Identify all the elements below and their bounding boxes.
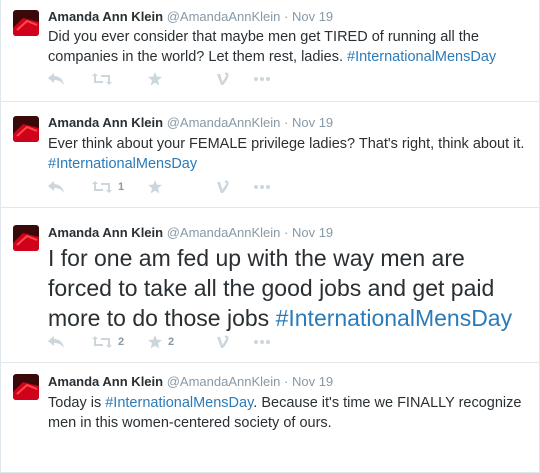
vine-icon <box>216 335 230 349</box>
retweet-icon <box>92 73 112 85</box>
tweet-item[interactable]: Amanda Ann Klein @AmandaAnnKlein · Nov 1… <box>1 102 539 208</box>
timestamp[interactable]: Nov 19 <box>292 225 333 240</box>
avatar[interactable] <box>13 374 39 400</box>
tweet-text-body: Today is <box>48 395 106 411</box>
more-icon <box>254 185 270 189</box>
tweet-item[interactable]: Amanda Ann Klein @AmandaAnnKlein · Nov 1… <box>1 0 539 102</box>
timestamp[interactable]: Nov 19 <box>292 9 333 24</box>
avatar[interactable] <box>13 225 39 251</box>
retweet-icon <box>92 181 112 193</box>
more-icon <box>254 77 270 81</box>
hashtag-link[interactable]: #InternationalMensDay <box>276 305 513 331</box>
tweet-header: Amanda Ann Klein @AmandaAnnKlein · Nov 1… <box>48 374 333 390</box>
tweet-header: Amanda Ann Klein @AmandaAnnKlein · Nov 1… <box>48 225 333 241</box>
author-name[interactable]: Amanda Ann Klein <box>48 225 163 240</box>
vine-button[interactable] <box>216 69 230 89</box>
retweet-icon <box>92 336 112 348</box>
tweet-actions <box>48 69 308 89</box>
tweet-text: Did you ever consider that maybe men get… <box>48 28 530 67</box>
hashtag-link[interactable]: #InternationalMensDay <box>347 49 496 65</box>
retweet-count: 1 <box>118 181 125 193</box>
tweet-timeline: Amanda Ann Klein @AmandaAnnKlein · Nov 1… <box>0 0 540 473</box>
favorite-button[interactable]: 2 <box>148 332 174 352</box>
tweet-item[interactable]: Amanda Ann Klein @AmandaAnnKlein · Nov 1… <box>1 208 539 363</box>
author-name[interactable]: Amanda Ann Klein <box>48 9 163 24</box>
star-icon <box>148 72 162 86</box>
retweet-button[interactable] <box>92 69 118 89</box>
reply-icon <box>48 73 64 85</box>
hashtag-link[interactable]: #InternationalMensDay <box>48 156 197 172</box>
more-icon <box>254 340 270 344</box>
author-name[interactable]: Amanda Ann Klein <box>48 115 163 130</box>
author-handle[interactable]: @AmandaAnnKlein <box>167 115 281 130</box>
separator: · <box>284 9 289 24</box>
separator: · <box>284 115 289 130</box>
favorite-button[interactable] <box>148 69 168 89</box>
favorite-button[interactable] <box>148 177 168 197</box>
separator: · <box>284 225 289 240</box>
tweet-text: Today is #InternationalMensDay. Because … <box>48 394 530 433</box>
author-handle[interactable]: @AmandaAnnKlein <box>167 225 281 240</box>
favorite-count: 2 <box>168 336 175 348</box>
tweet-text-body: Ever think about your FEMALE privilege l… <box>48 136 525 152</box>
reply-button[interactable] <box>48 332 64 352</box>
author-handle[interactable]: @AmandaAnnKlein <box>167 9 281 24</box>
tweet-header: Amanda Ann Klein @AmandaAnnKlein · Nov 1… <box>48 9 333 25</box>
vine-icon <box>216 72 230 86</box>
star-icon <box>148 180 162 194</box>
retweet-button[interactable]: 2 <box>92 332 124 352</box>
retweet-count: 2 <box>118 336 125 348</box>
tweet-actions: 1 <box>48 177 308 197</box>
author-handle[interactable]: @AmandaAnnKlein <box>167 374 281 389</box>
reply-button[interactable] <box>48 177 64 197</box>
vine-icon <box>216 180 230 194</box>
star-icon <box>148 335 162 349</box>
reply-button[interactable] <box>48 69 64 89</box>
timestamp[interactable]: Nov 19 <box>292 115 333 130</box>
hashtag-link[interactable]: #InternationalMensDay <box>105 395 253 411</box>
more-button[interactable] <box>254 332 270 352</box>
separator: · <box>284 374 289 389</box>
tweet-item[interactable]: Amanda Ann Klein @AmandaAnnKlein · Nov 1… <box>1 363 539 473</box>
timestamp[interactable]: Nov 19 <box>292 374 333 389</box>
tweet-text: I for one am fed up with the way men are… <box>48 243 534 333</box>
vine-button[interactable] <box>216 332 230 352</box>
tweet-header: Amanda Ann Klein @AmandaAnnKlein · Nov 1… <box>48 115 333 131</box>
author-name[interactable]: Amanda Ann Klein <box>48 374 163 389</box>
avatar[interactable] <box>13 10 39 36</box>
tweet-actions: 2 2 <box>48 332 308 352</box>
more-button[interactable] <box>254 177 270 197</box>
reply-icon <box>48 181 64 193</box>
vine-button[interactable] <box>216 177 230 197</box>
more-button[interactable] <box>254 69 270 89</box>
tweet-text: Ever think about your FEMALE privilege l… <box>48 135 530 174</box>
avatar[interactable] <box>13 116 39 142</box>
reply-icon <box>48 336 64 348</box>
retweet-button[interactable]: 1 <box>92 177 124 197</box>
